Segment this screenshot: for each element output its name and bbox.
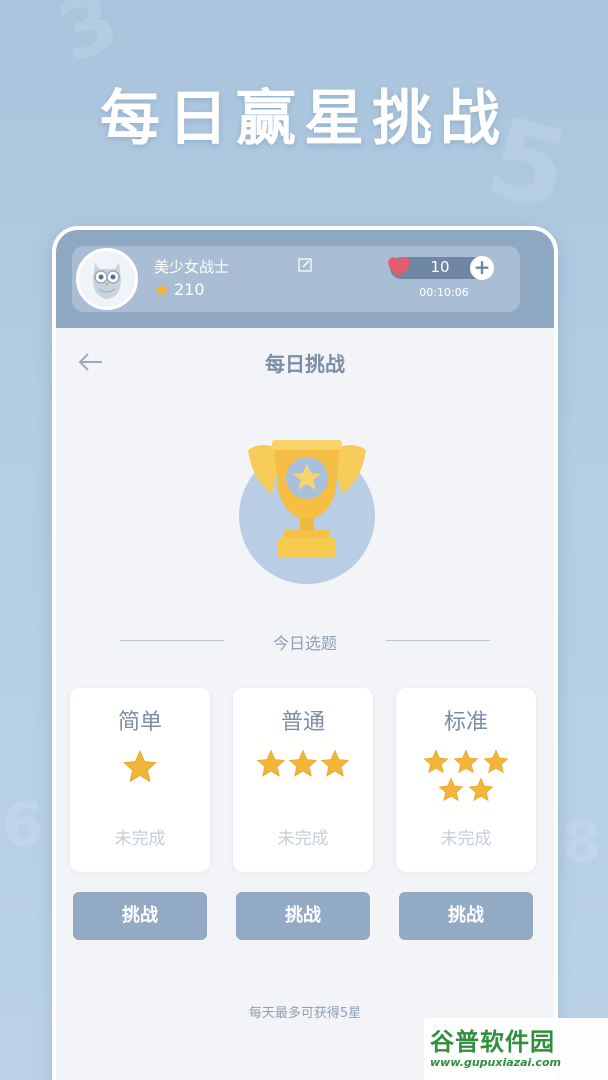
level-stars (233, 748, 373, 780)
level-status: 未完成 (277, 829, 329, 849)
plus-icon: + (473, 255, 491, 279)
challenge-button-standard[interactable]: 挑战 (399, 892, 533, 940)
trophy-illustration (222, 420, 392, 590)
challenge-button-normal[interactable]: 挑战 (236, 892, 370, 940)
level-card-standard[interactable]: 标准 未完成 (396, 688, 536, 872)
score: 210 (154, 280, 205, 299)
profile-card: 美少女战士 210 10 + 00:10:06 (72, 246, 520, 312)
star-icon (123, 749, 157, 783)
background-decoration: 6 (2, 790, 44, 860)
profile-header: 美少女战士 210 10 + 00:10:06 (56, 230, 554, 328)
section-label: 今日选题 (272, 634, 337, 653)
star-icon (288, 749, 318, 777)
level-title: 普通 (280, 710, 325, 735)
star-icon (256, 749, 286, 777)
lives-value: 10 (430, 258, 450, 276)
trophy-icon (239, 440, 375, 584)
avatar[interactable] (76, 248, 138, 310)
star-icon (483, 749, 509, 774)
lives-timer: 00:10:06 (419, 286, 469, 299)
star-icon (453, 749, 479, 774)
watermark-url: www.gupuxiazai.com (430, 1056, 561, 1069)
username: 美少女战士 (154, 258, 230, 276)
background-decoration: 8 (562, 810, 601, 875)
level-card-normal[interactable]: 普通 未完成 (233, 688, 373, 872)
star-icon (320, 749, 350, 777)
level-stars (396, 748, 536, 804)
divider-right (386, 640, 490, 641)
level-title: 简单 (117, 710, 162, 735)
level-status: 未完成 (114, 829, 166, 849)
level-title: 标准 (443, 710, 488, 735)
level-card-easy[interactable]: 简单 未完成 (70, 688, 210, 872)
challenge-button-easy[interactable]: 挑战 (73, 892, 207, 940)
level-status: 未完成 (440, 829, 492, 849)
star-icon (155, 282, 169, 296)
star-icon (423, 749, 449, 774)
score-value: 210 (174, 280, 205, 299)
add-lives-button[interactable]: + (470, 256, 494, 280)
watermark: 谷普软件园 www.gupuxiazai.com (424, 1018, 608, 1080)
background-decoration: 3 (45, 0, 130, 80)
watermark-title: 谷普软件园 (430, 1028, 555, 1056)
edit-icon[interactable] (298, 258, 312, 272)
phone-frame: 美少女战士 210 10 + 00:10:06 每日挑战 今日选题 简单 未完成… (52, 226, 558, 1080)
owl-avatar-icon (93, 263, 121, 299)
heart-icon (388, 257, 410, 277)
level-stars (70, 748, 210, 786)
star-icon (438, 777, 464, 802)
page-title: 每日挑战 (265, 352, 345, 376)
star-icon (468, 777, 494, 802)
promo-headline: 每日赢星挑战 (100, 84, 508, 154)
